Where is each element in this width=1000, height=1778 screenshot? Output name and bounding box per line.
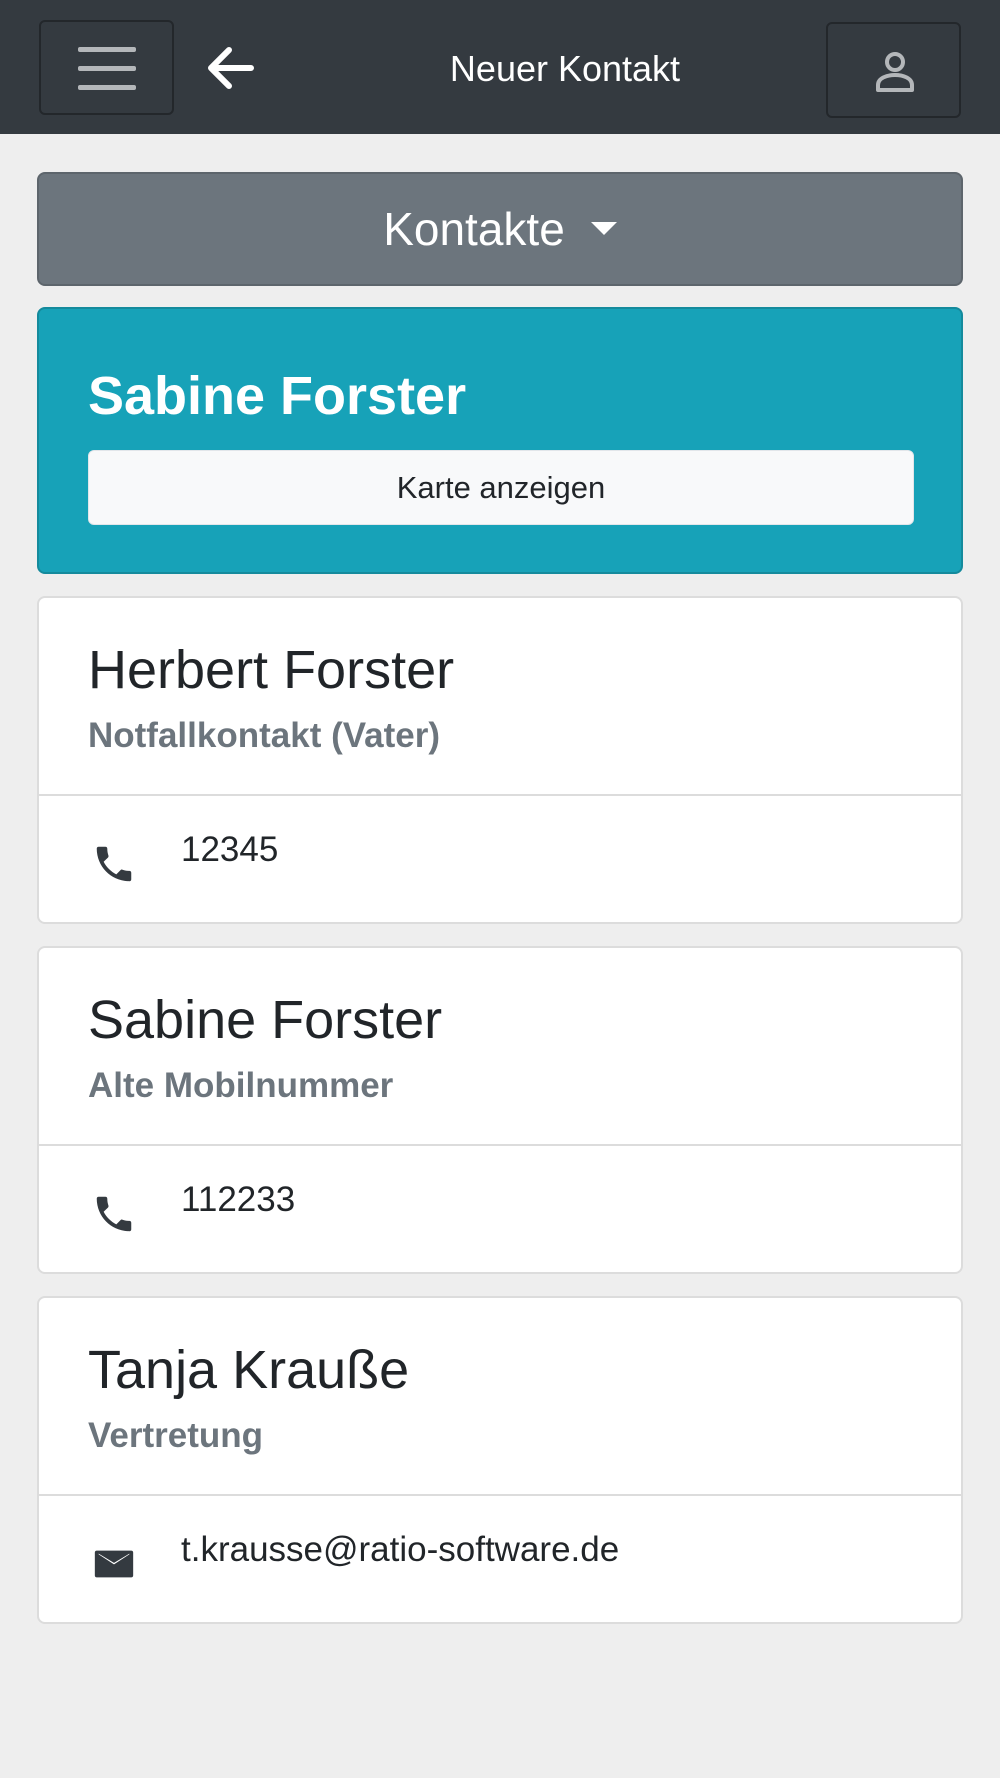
contacts-dropdown[interactable]: Kontakte [37,172,963,286]
page-title: Neuer Kontakt [449,48,681,89]
contact-card: Tanja Krauße Vertretung t.krausse@ratio-… [37,1296,963,1624]
hamburger-menu-icon [78,47,138,91]
caret-down-icon [590,222,617,236]
back-button[interactable] [205,42,257,94]
contact-subtitle: Notfallkontakt (Vater) [88,716,440,755]
highlight-card: Sabine Forster Karte anzeigen [37,307,963,574]
contact-email-link[interactable]: t.krausse@ratio-software.de [181,1528,619,1572]
contact-subtitle: Alte Mobilnummer [88,1066,394,1105]
user-button[interactable] [826,22,961,118]
arrow-left-icon [208,47,254,89]
contact-name: Herbert Forster [88,640,455,700]
contact-card-header: Tanja Krauße Vertretung [39,1298,961,1496]
phone-icon [96,846,132,882]
phone-icon [96,1196,132,1232]
menu-button[interactable] [39,20,174,115]
contact-card: Herbert Forster Notfallkontakt (Vater) 1… [37,596,963,924]
contact-phone-link[interactable]: 112233 [181,1178,295,1222]
contact-card-header: Herbert Forster Notfallkontakt (Vater) [39,598,961,796]
show-map-button[interactable]: Karte anzeigen [88,450,914,525]
mail-icon [94,1550,134,1578]
contact-card: Sabine Forster Alte Mobilnummer 112233 [37,946,963,1274]
dropdown-label: Kontakte [383,203,565,255]
contact-name: Tanja Krauße [88,1340,410,1400]
contact-phone-link[interactable]: 12345 [181,828,278,872]
contact-name: Sabine Forster [88,990,443,1050]
contact-card-header: Sabine Forster Alte Mobilnummer [39,948,961,1146]
contact-subtitle: Vertretung [88,1416,264,1455]
user-icon [876,52,914,92]
highlight-name: Sabine Forster [88,366,467,426]
top-navbar: Neuer Kontakt [0,0,1000,134]
